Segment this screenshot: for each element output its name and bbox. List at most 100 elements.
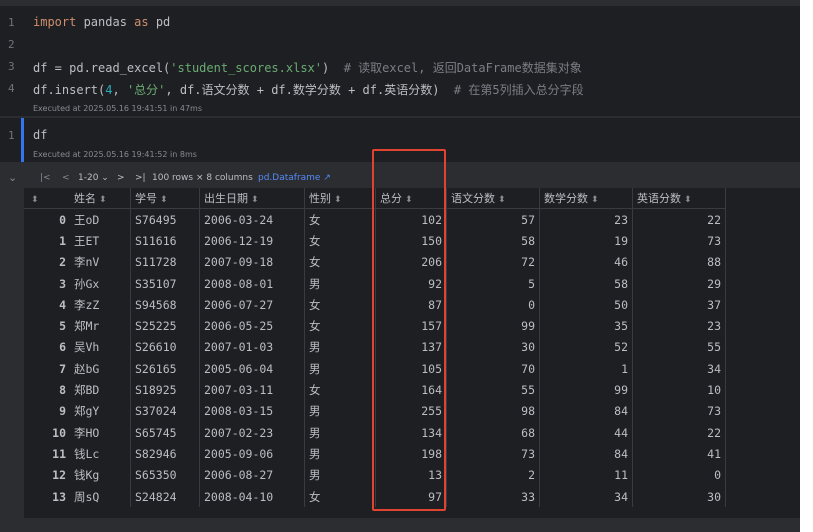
cell-total[interactable]: 134 bbox=[375, 421, 447, 444]
column-header-gender[interactable]: 性别 ⬍ bbox=[304, 188, 376, 209]
cell-birth-date[interactable]: 2006-05-25 bbox=[199, 315, 305, 337]
cell-index[interactable]: 12 bbox=[24, 465, 70, 486]
dataframe-type-link[interactable]: pd.Dataframe ↗ bbox=[258, 173, 331, 183]
first-page-button[interactable]: |< bbox=[40, 173, 51, 183]
cell-english[interactable]: 88 bbox=[632, 251, 726, 273]
cell-name[interactable]: 王oD bbox=[70, 208, 131, 231]
cell-chinese[interactable]: 2 bbox=[446, 464, 540, 486]
code-line[interactable]: df.insert(4, '总分', df.语文分数 + df.数学分数 + d… bbox=[33, 81, 584, 98]
cell-english[interactable]: 10 bbox=[632, 379, 726, 401]
cell-total[interactable]: 150 bbox=[375, 230, 447, 252]
table-row[interactable]: 0 王oD S76495 2006-03-24 女 102 57 23 22 bbox=[24, 208, 726, 231]
next-page-button[interactable]: > bbox=[117, 173, 125, 183]
cell-birth-date[interactable]: 2008-08-01 bbox=[199, 272, 305, 295]
cell-total[interactable]: 206 bbox=[375, 251, 447, 273]
cell-chinese[interactable]: 58 bbox=[446, 230, 540, 252]
cell-birth-date[interactable]: 2008-03-15 bbox=[199, 400, 305, 422]
cell-student-id[interactable]: S25225 bbox=[130, 315, 200, 337]
cell-math[interactable]: 34 bbox=[539, 485, 633, 508]
code-line[interactable]: df = pd.read_excel('student_scores.xlsx'… bbox=[33, 59, 582, 76]
cell-birth-date[interactable]: 2006-07-27 bbox=[199, 294, 305, 316]
cell-name[interactable]: 周sQ bbox=[70, 485, 131, 508]
cell-math[interactable]: 19 bbox=[539, 230, 633, 252]
page-range-dropdown[interactable]: 1-20 ⌄ bbox=[78, 173, 109, 183]
cell-english[interactable]: 73 bbox=[632, 230, 726, 252]
cell-name[interactable]: 郑gY bbox=[70, 400, 131, 422]
cell-chinese[interactable]: 73 bbox=[446, 443, 540, 465]
cell-index[interactable]: 10 bbox=[24, 422, 70, 443]
cell-index[interactable]: 9 bbox=[24, 401, 70, 422]
cell-student-id[interactable]: S76495 bbox=[130, 208, 200, 231]
cell-gender[interactable]: 男 bbox=[304, 272, 376, 295]
cell-student-id[interactable]: S82946 bbox=[130, 443, 200, 465]
cell-english[interactable]: 22 bbox=[632, 421, 726, 444]
cell-total[interactable]: 255 bbox=[375, 400, 447, 422]
cell-index[interactable]: 13 bbox=[24, 486, 70, 507]
horizontal-scrollbar[interactable] bbox=[24, 518, 800, 526]
cell-gender[interactable]: 女 bbox=[304, 294, 376, 316]
cell-total[interactable]: 198 bbox=[375, 443, 447, 465]
cell-student-id[interactable]: S11616 bbox=[130, 230, 200, 252]
cell-total[interactable]: 97 bbox=[375, 485, 447, 508]
cell-student-id[interactable]: S65350 bbox=[130, 464, 200, 486]
cell-total[interactable]: 13 bbox=[375, 464, 447, 486]
table-row[interactable]: 12 钱Kg S65350 2006-08-27 男 13 2 11 0 bbox=[24, 464, 726, 486]
table-row[interactable]: 7 赵bG S26165 2005-06-04 男 105 70 1 34 bbox=[24, 358, 726, 380]
table-row[interactable]: 11 钱Lc S82946 2005-09-06 男 198 73 84 41 bbox=[24, 443, 726, 465]
cell-chinese[interactable]: 98 bbox=[446, 400, 540, 422]
cell-name[interactable]: 赵bG bbox=[70, 358, 131, 380]
cell-birth-date[interactable]: 2007-01-03 bbox=[199, 336, 305, 359]
dataframe-grid[interactable]: ⬍ 姓名 ⬍ 学号 ⬍ 出生日期 ⬍ 性别 ⬍ 总分 ⬍ 语文分数 ⬍ 数学分数 ⬍ 英语分数… bbox=[24, 188, 800, 518]
cell-student-id[interactable]: S26165 bbox=[130, 358, 200, 380]
cell-chinese[interactable]: 0 bbox=[446, 294, 540, 316]
cell-index[interactable]: 7 bbox=[24, 358, 70, 379]
cell-english[interactable]: 30 bbox=[632, 485, 726, 508]
cell-birth-date[interactable]: 2005-09-06 bbox=[199, 443, 305, 465]
cell-chinese[interactable]: 55 bbox=[446, 379, 540, 401]
table-row[interactable]: 1 王ET S11616 2006-12-19 女 150 58 19 73 bbox=[24, 230, 726, 252]
cell-english[interactable]: 55 bbox=[632, 336, 726, 359]
cell-english[interactable]: 73 bbox=[632, 400, 726, 422]
cell-gender[interactable]: 男 bbox=[304, 421, 376, 444]
cell-index[interactable]: 8 bbox=[24, 379, 70, 400]
cell-index[interactable]: 4 bbox=[24, 294, 70, 315]
cell-index[interactable]: 2 bbox=[24, 252, 70, 273]
table-row[interactable]: 4 李zZ S94568 2006-07-27 女 87 0 50 37 bbox=[24, 294, 726, 316]
cell-name[interactable]: 吴Vh bbox=[70, 336, 131, 359]
cell-english[interactable]: 22 bbox=[632, 208, 726, 231]
cell-chinese[interactable]: 5 bbox=[446, 272, 540, 295]
cell-student-id[interactable]: S11728 bbox=[130, 251, 200, 273]
cell-chinese[interactable]: 70 bbox=[446, 358, 540, 380]
cell-birth-date[interactable]: 2007-03-11 bbox=[199, 379, 305, 401]
cell-name[interactable]: 郑BD bbox=[70, 379, 131, 401]
cell-birth-date[interactable]: 2007-09-18 bbox=[199, 251, 305, 273]
cell-student-id[interactable]: S18925 bbox=[130, 379, 200, 401]
collapse-output-icon[interactable]: ⌄ bbox=[8, 171, 17, 184]
column-header-student-id[interactable]: 学号 ⬍ bbox=[130, 188, 200, 209]
cell-name[interactable]: 王ET bbox=[70, 230, 131, 252]
cell-gender[interactable]: 男 bbox=[304, 358, 376, 380]
cell-english[interactable]: 41 bbox=[632, 443, 726, 465]
cell-math[interactable]: 58 bbox=[539, 272, 633, 295]
cell-birth-date[interactable]: 2007-02-23 bbox=[199, 421, 305, 444]
cell-total[interactable]: 105 bbox=[375, 358, 447, 380]
code-cell-2[interactable]: 1 df Executed at 2025.05.16 19:41:52 in 8… bbox=[0, 118, 800, 162]
column-header-name[interactable]: 姓名 ⬍ bbox=[70, 188, 131, 209]
cell-index[interactable]: 3 bbox=[24, 273, 70, 294]
cell-english[interactable]: 0 bbox=[632, 464, 726, 486]
table-row[interactable]: 9 郑gY S37024 2008-03-15 男 255 98 84 73 bbox=[24, 400, 726, 422]
table-row[interactable]: 8 郑BD S18925 2007-03-11 女 164 55 99 10 bbox=[24, 379, 726, 401]
cell-gender[interactable]: 女 bbox=[304, 379, 376, 401]
cell-math[interactable]: 99 bbox=[539, 379, 633, 401]
code-line[interactable]: df bbox=[33, 128, 47, 142]
cell-birth-date[interactable]: 2006-12-19 bbox=[199, 230, 305, 252]
cell-english[interactable]: 29 bbox=[632, 272, 726, 295]
cell-math[interactable]: 11 bbox=[539, 464, 633, 486]
cell-index[interactable]: 0 bbox=[24, 209, 70, 231]
cell-math[interactable]: 44 bbox=[539, 421, 633, 444]
cell-birth-date[interactable]: 2008-04-10 bbox=[199, 485, 305, 508]
cell-gender[interactable]: 男 bbox=[304, 464, 376, 486]
table-row[interactable]: 2 李nV S11728 2007-09-18 女 206 72 46 88 bbox=[24, 251, 726, 273]
cell-gender[interactable]: 男 bbox=[304, 443, 376, 465]
table-row[interactable]: 13 周sQ S24824 2008-04-10 女 97 33 34 30 bbox=[24, 485, 726, 508]
